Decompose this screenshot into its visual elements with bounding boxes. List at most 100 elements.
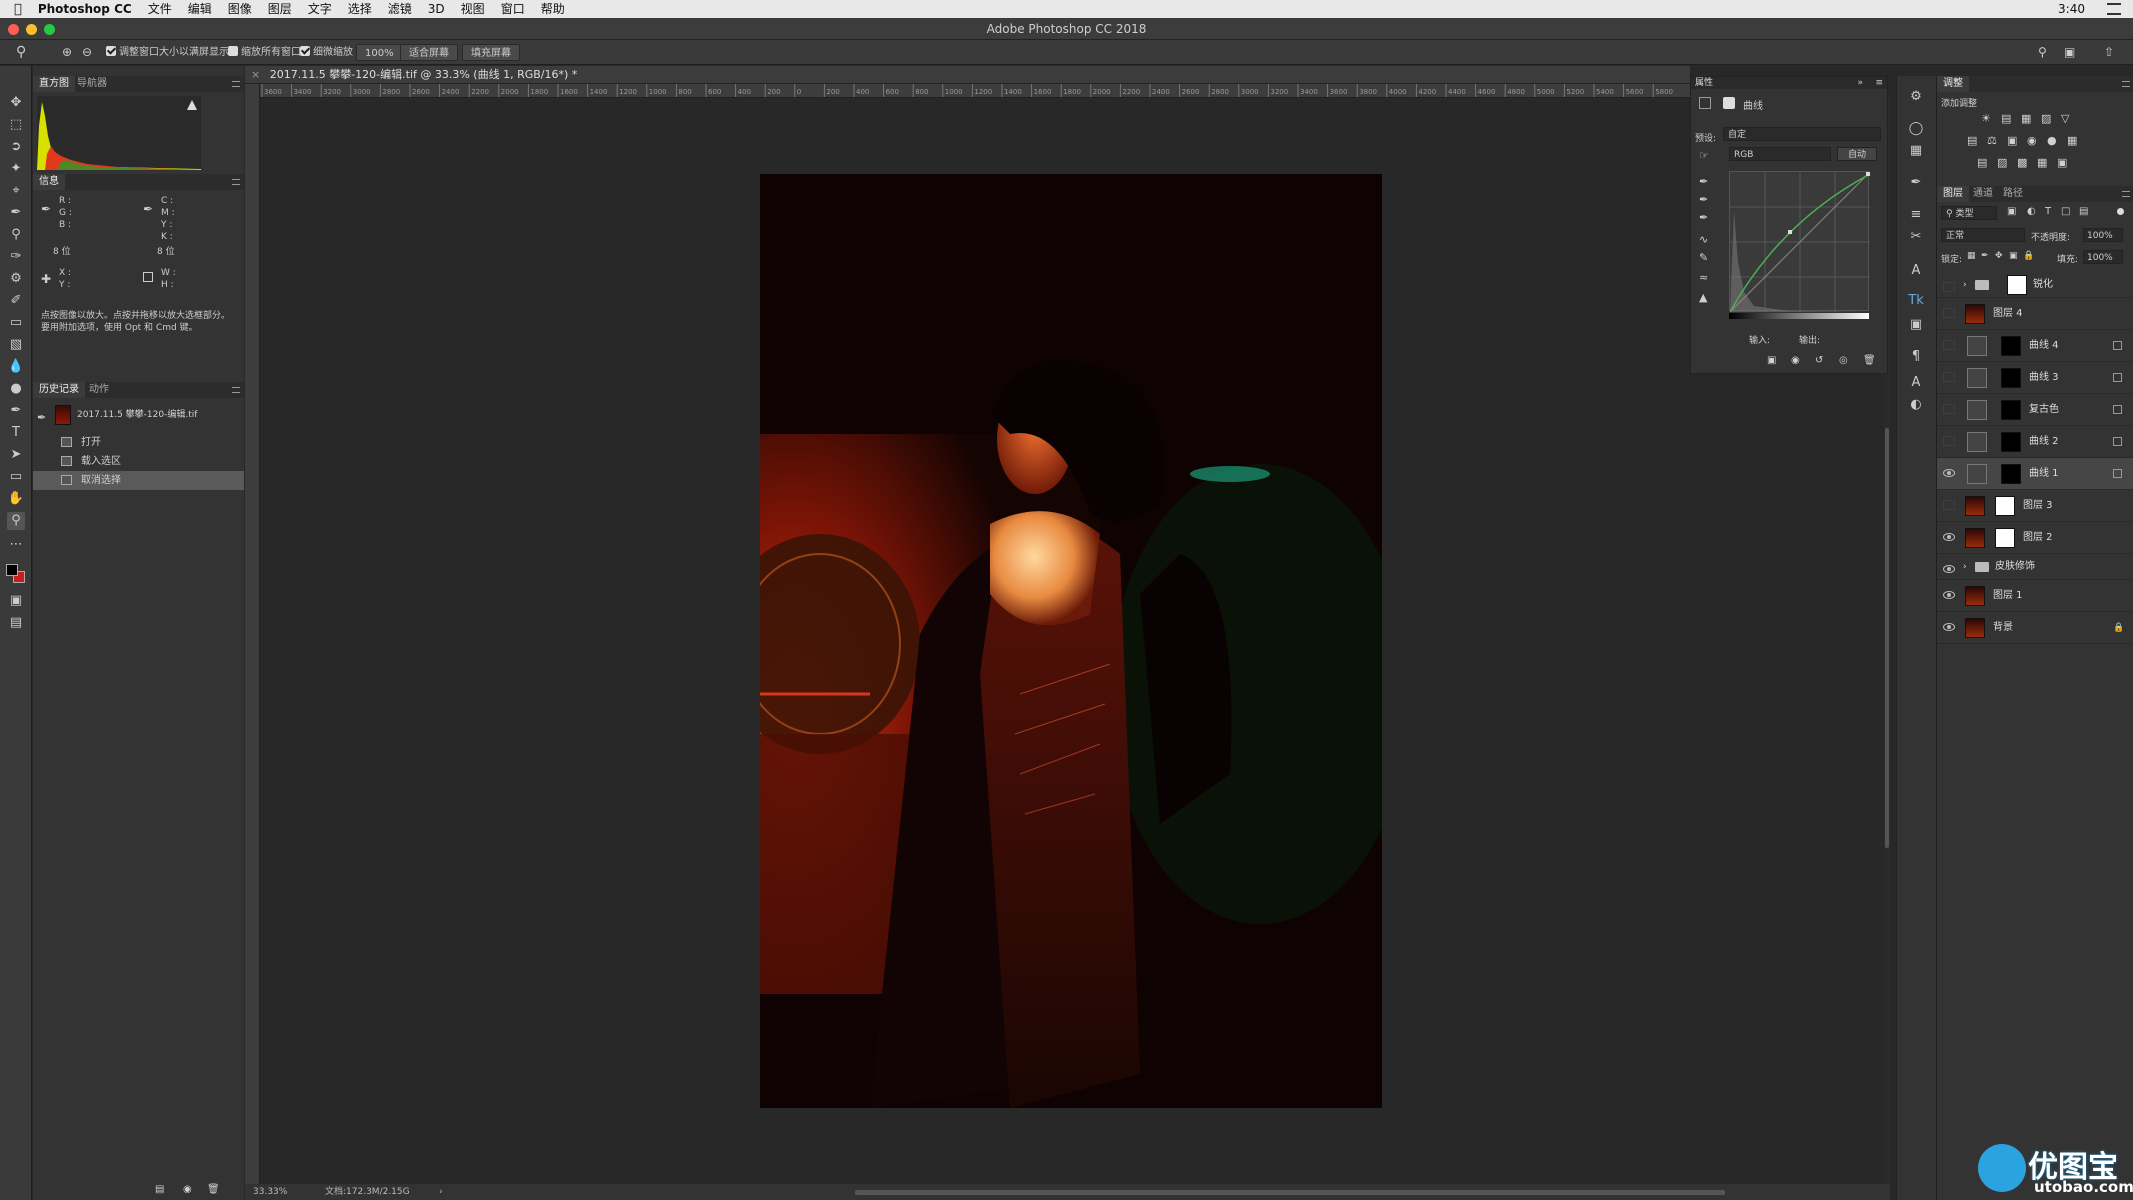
layer-mask-thumbnail[interactable] [1995, 496, 2015, 516]
filter-shape-icon[interactable]: □ [2061, 206, 2070, 217]
menu-3d[interactable]: 3D [420, 0, 453, 18]
layer-name[interactable]: 曲线 1 [2029, 458, 2059, 490]
menu-edit[interactable]: 编辑 [180, 0, 220, 18]
healing-brush-tool-icon[interactable]: ⚲ [7, 226, 25, 244]
notification-center-icon[interactable] [2107, 3, 2121, 15]
zoom-tool-active-icon[interactable]: ⚲ [7, 512, 25, 530]
layer-thumbnail[interactable] [1965, 496, 1985, 516]
visibility-eye-icon[interactable] [1943, 469, 1955, 477]
layer-row[interactable]: 图层 3 [1937, 490, 2133, 522]
new-snapshot-icon[interactable]: ◉ [183, 1184, 192, 1195]
layer-name[interactable]: 复古色 [2029, 394, 2059, 426]
channel-mixer-icon[interactable]: ● [2047, 134, 2057, 147]
visibility-eye-icon[interactable] [1943, 565, 1955, 573]
history-item[interactable]: 载入选区 [33, 452, 244, 471]
tab-navigator[interactable]: 导航器 [71, 76, 113, 92]
hand-tool-icon[interactable]: ✋ [7, 490, 25, 508]
delete-state-icon[interactable]: 🗑 [207, 1184, 220, 1195]
history-brush-tool-icon[interactable]: ✐ [7, 292, 25, 310]
swatches-icon[interactable]: ▦ [1907, 142, 1925, 160]
dodge-tool-icon[interactable]: ● [7, 380, 25, 398]
libraries-icon[interactable]: ◐ [1907, 396, 1925, 414]
layer-name[interactable]: 图层 1 [1993, 580, 2023, 612]
scrollbar-thumb[interactable] [1885, 428, 1889, 848]
layer-row[interactable]: 背景 🔒 [1937, 612, 2133, 644]
eraser-tool-icon[interactable]: ▭ [7, 314, 25, 332]
menu-type[interactable]: 文字 [300, 0, 340, 18]
foreground-color-swatch[interactable] [6, 564, 18, 576]
panel-menu-icon[interactable] [232, 387, 240, 393]
layer-row[interactable]: 曲线 1 [1937, 458, 2133, 490]
search-icon[interactable]: ⚲ [2038, 44, 2047, 61]
levels-icon[interactable]: ▤ [2001, 112, 2011, 125]
blend-mode-select[interactable]: 正常 [1941, 228, 2025, 242]
lock-position-icon[interactable]: ✥ [1995, 251, 2003, 261]
layer-mask-thumbnail[interactable] [1995, 528, 2015, 548]
menu-layer[interactable]: 图层 [260, 0, 300, 18]
history-snapshot[interactable]: ✒ 2017.11.5 攀攀-120-编辑.tif [33, 402, 244, 428]
blur-tool-icon[interactable]: 💧 [7, 358, 25, 376]
zoom-all-checkbox[interactable]: 缩放所有窗口 [228, 44, 301, 61]
layer-name[interactable]: 曲线 4 [2029, 330, 2059, 362]
color-lookup-icon[interactable]: ▦ [2067, 134, 2077, 147]
history-item[interactable]: 打开 [33, 433, 244, 452]
smooth-icon[interactable]: ≈ [1699, 271, 1708, 284]
zoom-100-button[interactable]: 100% [356, 44, 403, 61]
scrubby-zoom-checkbox[interactable]: 细微缩放 [300, 44, 353, 61]
filter-smart-icon[interactable]: ▤ [2079, 206, 2088, 217]
layer-thumbnail[interactable] [1965, 304, 1985, 324]
app-menu[interactable]: Photoshop CC [30, 0, 140, 18]
magic-wand-tool-icon[interactable]: ✦ [7, 160, 25, 178]
clone-source-icon[interactable]: ▣ [1907, 316, 1925, 334]
layer-thumbnail[interactable] [1965, 618, 1985, 638]
curves-graph[interactable] [1729, 171, 1871, 313]
layer-thumbnail[interactable] [1965, 586, 1985, 606]
threshold-icon[interactable]: ▩ [2017, 156, 2027, 169]
brushes-icon[interactable]: ✒ [1907, 174, 1925, 192]
visibility-toggle[interactable] [1943, 372, 1955, 382]
document-photo[interactable] [760, 174, 1382, 1108]
tab-info[interactable]: 信息 [33, 174, 65, 190]
menu-window[interactable]: 窗口 [493, 0, 533, 18]
adjustment-layer-icon[interactable] [1967, 432, 1987, 452]
layer-filter-select[interactable]: ⚲ 类型 [1941, 206, 1997, 220]
workspace-icon[interactable]: ▣ [2064, 44, 2075, 61]
layer-row[interactable]: › 锐化 [1937, 272, 2133, 298]
visibility-toggle[interactable] [1943, 282, 1955, 292]
fill-input[interactable]: 100% [2083, 250, 2123, 264]
new-document-from-state-icon[interactable]: ▤ [155, 1184, 164, 1195]
gradient-tool-icon[interactable]: ▧ [7, 336, 25, 354]
adjustment-layer-icon[interactable] [1967, 368, 1987, 388]
eyedropper-tool-icon[interactable]: ✒ [7, 204, 25, 222]
layer-row[interactable]: 曲线 2 [1937, 426, 2133, 458]
visibility-toggle[interactable] [1943, 500, 1955, 510]
black-point-eyedropper-icon[interactable]: ✒ [1699, 175, 1708, 188]
status-expand-icon[interactable]: › [439, 1184, 443, 1200]
close-window-button[interactable] [8, 24, 19, 35]
layer-mask-thumbnail[interactable] [2001, 400, 2021, 420]
tool-presets-icon[interactable]: ✂ [1907, 228, 1925, 246]
tab-adjustments[interactable]: 调整 [1937, 76, 1969, 92]
adjust-sliders-icon[interactable]: ≡ [1907, 206, 1925, 224]
lasso-tool-icon[interactable]: ➲ [7, 138, 25, 156]
layer-name[interactable]: 曲线 2 [2029, 426, 2059, 458]
share-icon[interactable]: ⇧ [2104, 44, 2114, 61]
fill-screen-button[interactable]: 填充屏幕 [462, 44, 520, 61]
filter-type-icon[interactable]: T [2045, 206, 2051, 217]
close-document-icon[interactable]: × [245, 68, 266, 81]
layer-row[interactable]: 图层 4 [1937, 298, 2133, 330]
lock-image-icon[interactable]: ✒ [1981, 251, 1989, 261]
mask-icon[interactable] [1723, 97, 1735, 109]
visibility-toggle[interactable] [1943, 308, 1955, 318]
panel-menu-icon[interactable] [2122, 81, 2130, 87]
pencil-draw-icon[interactable]: ✎ [1699, 251, 1708, 264]
layer-row[interactable]: 图层 2 [1937, 522, 2133, 554]
type-tool-icon[interactable]: T [7, 424, 25, 442]
adjustment-layer-icon[interactable] [1967, 400, 1987, 420]
menu-help[interactable]: 帮助 [533, 0, 573, 18]
adjustment-layer-icon[interactable] [1967, 464, 1987, 484]
black-white-icon[interactable]: ▣ [2007, 134, 2017, 147]
pen-tool-icon[interactable]: ✒ [7, 402, 25, 420]
layer-row[interactable]: 曲线 3 [1937, 362, 2133, 394]
layer-row[interactable]: 复古色 [1937, 394, 2133, 426]
